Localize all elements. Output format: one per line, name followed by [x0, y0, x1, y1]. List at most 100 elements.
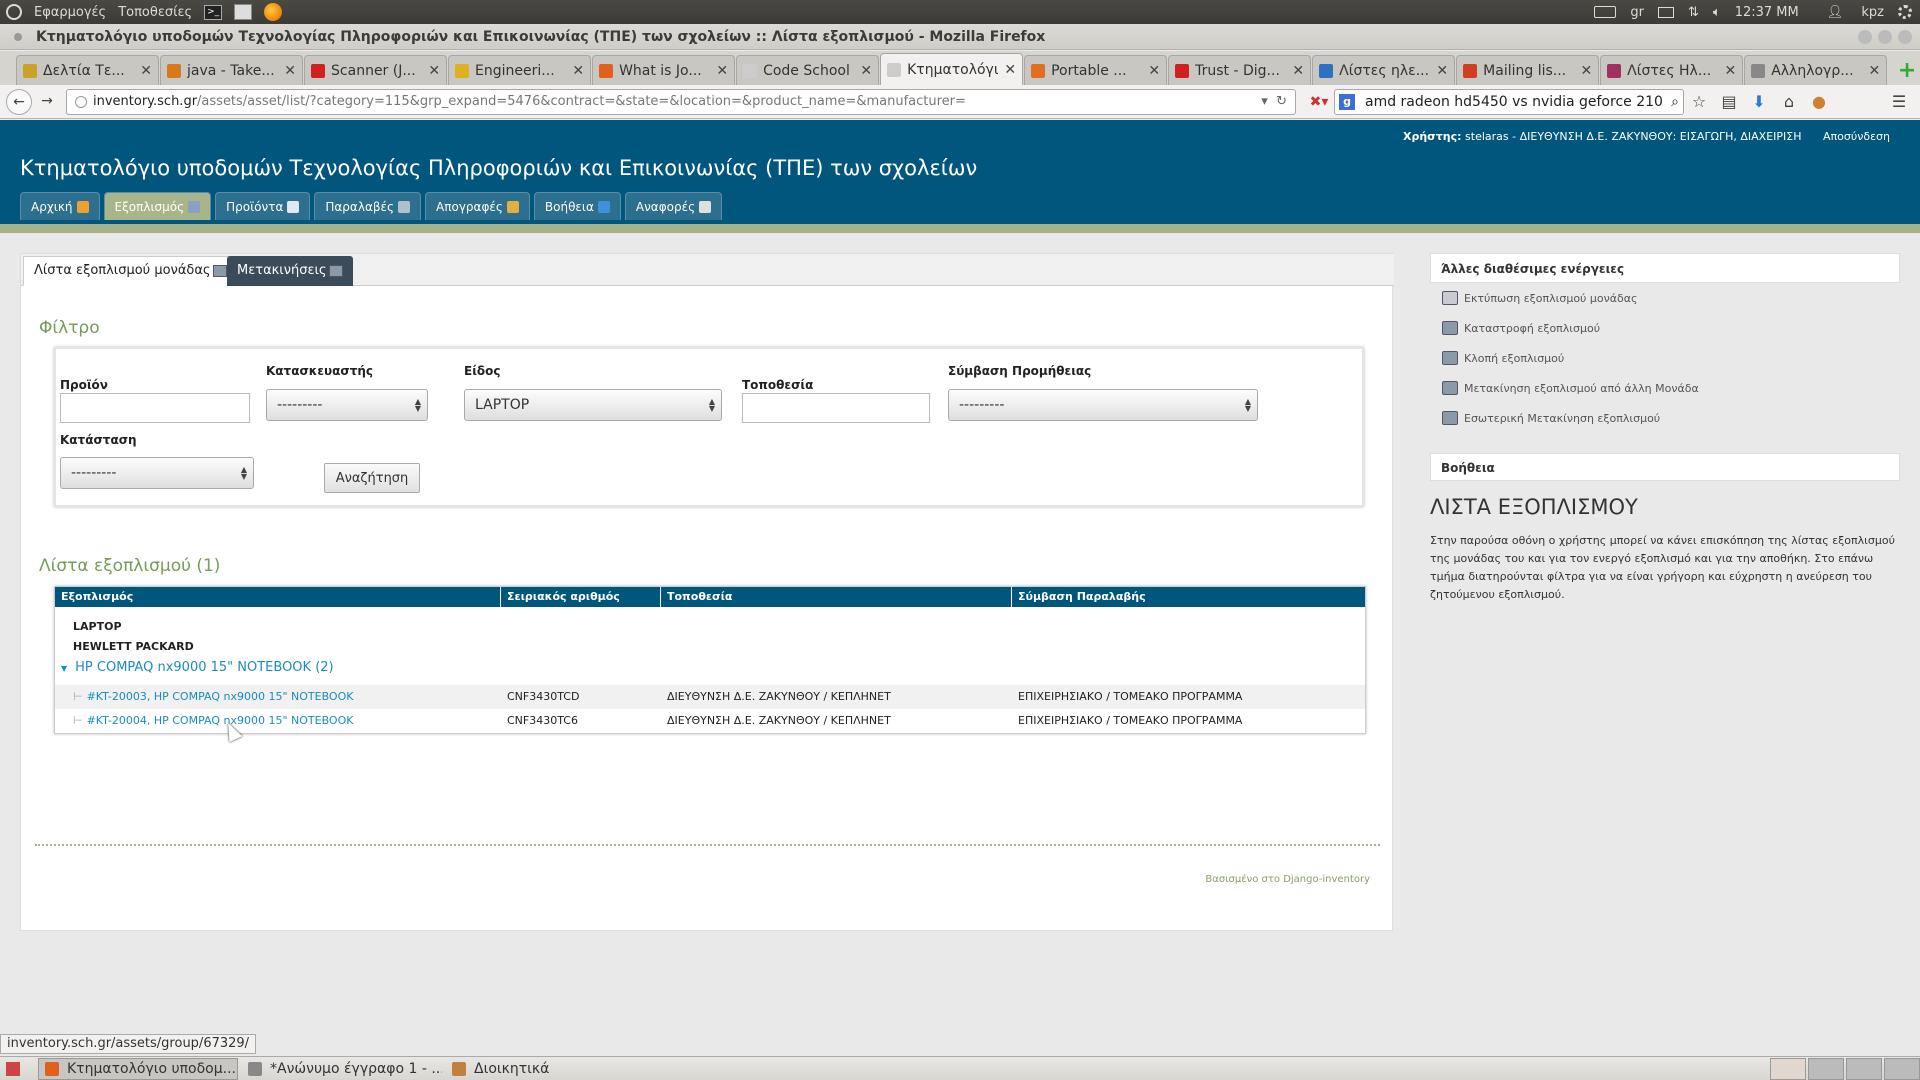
- browser-tab[interactable]: Portable ... ✕: [1024, 55, 1168, 85]
- search-icon[interactable]: ⌕: [1671, 94, 1679, 110]
- google-engine-icon[interactable]: g: [1339, 93, 1355, 110]
- equipment-cell[interactable]: ⊢ #KT-20003, HP COMPAQ nx9000 15" NOTEBOO…: [55, 685, 501, 709]
- menu-item-1[interactable]: Εξοπλισμός: [103, 192, 212, 220]
- browser-tab[interactable]: Λίστες Ηλ... ✕: [1600, 55, 1744, 85]
- text-editor-icon[interactable]: [234, 4, 253, 20]
- close-tab-icon[interactable]: ✕: [140, 63, 152, 79]
- menu-item-4[interactable]: Απογραφές: [425, 192, 530, 220]
- taskbar-window[interactable]: Διοικητικά: [446, 1058, 566, 1080]
- workspace-2[interactable]: [1808, 1057, 1844, 1080]
- window-menu-icon[interactable]: [14, 32, 22, 41]
- equipment-cell[interactable]: ⊢ #KT-20004, HP COMPAQ nx9000 15" NOTEBOO…: [55, 709, 501, 733]
- close-tab-icon[interactable]: ✕: [284, 63, 296, 79]
- places-menu[interactable]: Τοποθεσίες: [118, 5, 192, 20]
- close-tab-icon[interactable]: ✕: [1436, 63, 1448, 79]
- equipment-link[interactable]: #KT-20004, HP COMPAQ nx9000 15" NOTEBOOK: [87, 714, 354, 727]
- downloads-icon[interactable]: ⬇: [1744, 92, 1774, 111]
- new-tab-button[interactable]: +: [1894, 59, 1920, 85]
- browser-tab[interactable]: Engineeri... ✕: [448, 55, 592, 85]
- browser-tab[interactable]: Δελτία Τε... ✕: [16, 55, 160, 85]
- location-input[interactable]: [742, 393, 930, 423]
- close-tab-icon[interactable]: ✕: [1148, 63, 1160, 79]
- home-icon[interactable]: ⌂: [1774, 92, 1804, 111]
- browser-tab[interactable]: What is Jo... ✕: [592, 55, 736, 85]
- browser-tab[interactable]: Code School -... ✕: [736, 55, 880, 85]
- action-link[interactable]: Καταστροφή εξοπλισμού: [1430, 313, 1900, 343]
- menu-item-0[interactable]: Αρχική: [20, 192, 100, 220]
- tab-movements[interactable]: Μετακινήσεις: [227, 256, 353, 286]
- ubuntu-logo-icon[interactable]: [6, 4, 22, 20]
- column-header-equipment[interactable]: Εξοπλισμός: [55, 587, 501, 607]
- action-link[interactable]: Κλοπή εξοπλισμού: [1430, 343, 1900, 373]
- browser-tab[interactable]: Λίστες ηλε... ✕: [1312, 55, 1456, 85]
- close-tab-icon[interactable]: ✕: [1868, 63, 1880, 79]
- gear-icon[interactable]: [1898, 5, 1912, 19]
- workspace-4[interactable]: [1884, 1057, 1920, 1080]
- action-link[interactable]: Μετακίνηση εξοπλισμού από άλλη Μονάδα: [1430, 373, 1900, 403]
- taskbar-window[interactable]: *Ανώνυμο έγγραφο 1 - ...: [242, 1058, 442, 1080]
- menu-item-5[interactable]: Βοήθεια: [533, 192, 621, 220]
- column-header-serial[interactable]: Σειριακός αριθμός: [501, 587, 661, 607]
- maximize-button[interactable]: [1878, 29, 1892, 44]
- close-tab-icon[interactable]: ✕: [1004, 62, 1016, 78]
- tab-unit-equipment-list[interactable]: Λίστα εξοπλισμού μονάδας: [23, 256, 238, 286]
- browser-tab[interactable]: Trust - Dig... ✕: [1168, 55, 1312, 85]
- network-icon[interactable]: ⇅: [1688, 5, 1699, 20]
- taskbar-window[interactable]: Κτηματολόγιο υποδομ...: [38, 1057, 238, 1080]
- close-tab-icon[interactable]: ✕: [1580, 63, 1592, 79]
- close-tab-icon[interactable]: ✕: [1724, 63, 1736, 79]
- browser-tab[interactable]: Scanner (J... ✕: [304, 55, 448, 85]
- group-product-link[interactable]: ▼ HP COMPAQ nx9000 15" NOTEBOOK (2): [55, 657, 1365, 679]
- product-input[interactable]: [60, 393, 250, 423]
- browser-tab[interactable]: Κτηματολόγι... ✕: [880, 53, 1024, 85]
- bookmarks-list-icon[interactable]: ▤: [1714, 92, 1744, 111]
- workspace-1[interactable]: [1770, 1057, 1806, 1080]
- browser-tab[interactable]: Mailing lis... ✕: [1456, 55, 1600, 85]
- workspace-3[interactable]: [1846, 1057, 1882, 1080]
- user-menu[interactable]: 👤︎ kpz: [1813, 5, 1884, 20]
- action-link[interactable]: Εσωτερική Μετακίνηση εξοπλισμού: [1430, 403, 1900, 433]
- column-header-contract[interactable]: Σύμβαση Παραλαβής: [1012, 587, 1365, 607]
- close-window-button[interactable]: [1898, 29, 1912, 44]
- menu-icon[interactable]: ☰: [1884, 92, 1914, 111]
- search-box[interactable]: g amd radeon hd5450 vs nvidia geforce 21…: [1334, 88, 1684, 115]
- contract-select[interactable]: --------- ▲ ▼: [948, 389, 1258, 421]
- url-bar[interactable]: inventory.sch.gr/assets/asset/list/?cate…: [66, 88, 1296, 115]
- keyboard-icon[interactable]: [1594, 6, 1617, 18]
- search-button[interactable]: Αναζήτηση: [324, 463, 420, 493]
- mail-icon[interactable]: [1657, 6, 1674, 18]
- type-select[interactable]: LAPTOP ▲ ▼: [464, 389, 722, 421]
- applications-menu[interactable]: Εφαρμογές: [34, 5, 106, 20]
- powered-by-link[interactable]: Βασισμένο στο Django-inventory: [1205, 874, 1370, 885]
- close-tab-icon[interactable]: ✕: [1292, 63, 1304, 79]
- url-dropdown-icon[interactable]: ▾: [1261, 94, 1268, 109]
- minimize-button[interactable]: [1858, 29, 1872, 44]
- browser-tab[interactable]: Αλληλογρ... ✕: [1744, 55, 1888, 85]
- show-desktop-icon[interactable]: [6, 1061, 20, 1076]
- collapse-triangle-icon[interactable]: ▼: [61, 664, 67, 673]
- volume-icon[interactable]: 🔈︎: [1713, 5, 1721, 20]
- equipment-link[interactable]: #KT-20003, HP COMPAQ nx9000 15" NOTEBOOK: [87, 690, 354, 703]
- firefox-launcher-icon[interactable]: [264, 3, 283, 21]
- browser-tab[interactable]: java - Take... ✕: [160, 55, 304, 85]
- state-select[interactable]: --------- ▲ ▼: [60, 457, 254, 489]
- menu-item-2[interactable]: Προϊόντα: [215, 192, 311, 220]
- addon-icon[interactable]: ●: [1804, 92, 1834, 111]
- column-header-location[interactable]: Τοποθεσία: [661, 587, 1012, 607]
- search-input[interactable]: amd radeon hd5450 vs nvidia geforce 210: [1365, 94, 1663, 110]
- bookmark-star-icon[interactable]: ☆: [1684, 92, 1714, 111]
- close-tab-icon[interactable]: ✕: [428, 63, 440, 79]
- clock[interactable]: 12:37 ΜΜ: [1735, 5, 1799, 20]
- logout-link[interactable]: Αποσύνδεση: [1823, 130, 1890, 143]
- addon-blocker-icon[interactable]: ✖▾: [1304, 94, 1334, 110]
- manufacturer-select[interactable]: --------- ▲ ▼: [266, 389, 428, 421]
- close-tab-icon[interactable]: ✕: [572, 63, 584, 79]
- site-identity-icon[interactable]: [75, 95, 87, 108]
- close-tab-icon[interactable]: ✕: [860, 63, 872, 79]
- terminal-icon[interactable]: >_: [204, 4, 223, 20]
- menu-item-6[interactable]: Αναφορές: [624, 192, 723, 220]
- close-tab-icon[interactable]: ✕: [716, 63, 728, 79]
- reload-icon[interactable]: ↻: [1276, 94, 1287, 109]
- back-button[interactable]: ←: [6, 88, 32, 115]
- menu-item-3[interactable]: Παραλαβές: [314, 192, 422, 220]
